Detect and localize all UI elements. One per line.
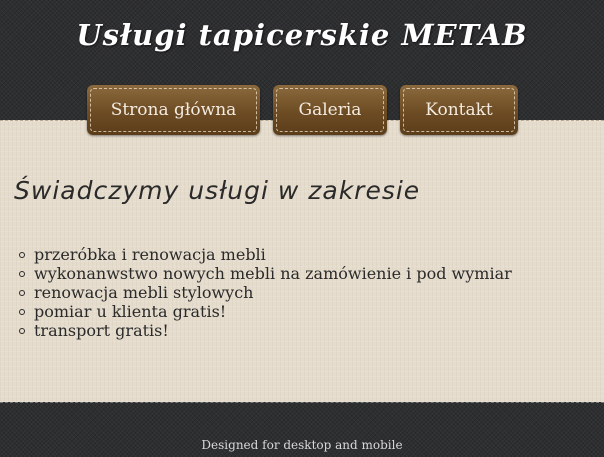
nav-gallery-button[interactable]: Galeria xyxy=(273,85,387,135)
circle-bullet-icon xyxy=(19,252,25,258)
list-item: przeróbka i renowacja mebli xyxy=(18,245,512,264)
site-title: Usługi tapicerskie METAB xyxy=(76,18,528,52)
list-item: pomiar u klienta gratis! xyxy=(18,302,512,321)
service-label: renowacja mebli stylowych xyxy=(34,283,254,302)
service-label: wykonanwstwo nowych mebli na zamówienie … xyxy=(34,264,512,283)
circle-bullet-icon xyxy=(19,309,25,315)
list-item: renowacja mebli stylowych xyxy=(18,283,512,302)
footer-text: Designed for desktop and mobile xyxy=(201,438,403,452)
services-list: przeróbka i renowacja mebli wykonanwstwo… xyxy=(18,245,512,340)
circle-bullet-icon xyxy=(19,290,25,296)
list-item: wykonanwstwo nowych mebli na zamówienie … xyxy=(18,264,512,283)
service-label: przeróbka i renowacja mebli xyxy=(34,245,266,264)
circle-bullet-icon xyxy=(19,271,25,277)
nav-home-button[interactable]: Strona główna xyxy=(87,85,260,135)
list-item: transport gratis! xyxy=(18,321,512,340)
nav-contact-button[interactable]: Kontakt xyxy=(400,85,518,135)
circle-bullet-icon xyxy=(19,328,25,334)
main-nav: Strona główna Galeria Kontakt xyxy=(0,85,604,137)
service-label: pomiar u klienta gratis! xyxy=(34,302,227,321)
services-heading: Świadczymy usługi w zakresie xyxy=(14,176,421,205)
service-label: transport gratis! xyxy=(34,321,169,340)
